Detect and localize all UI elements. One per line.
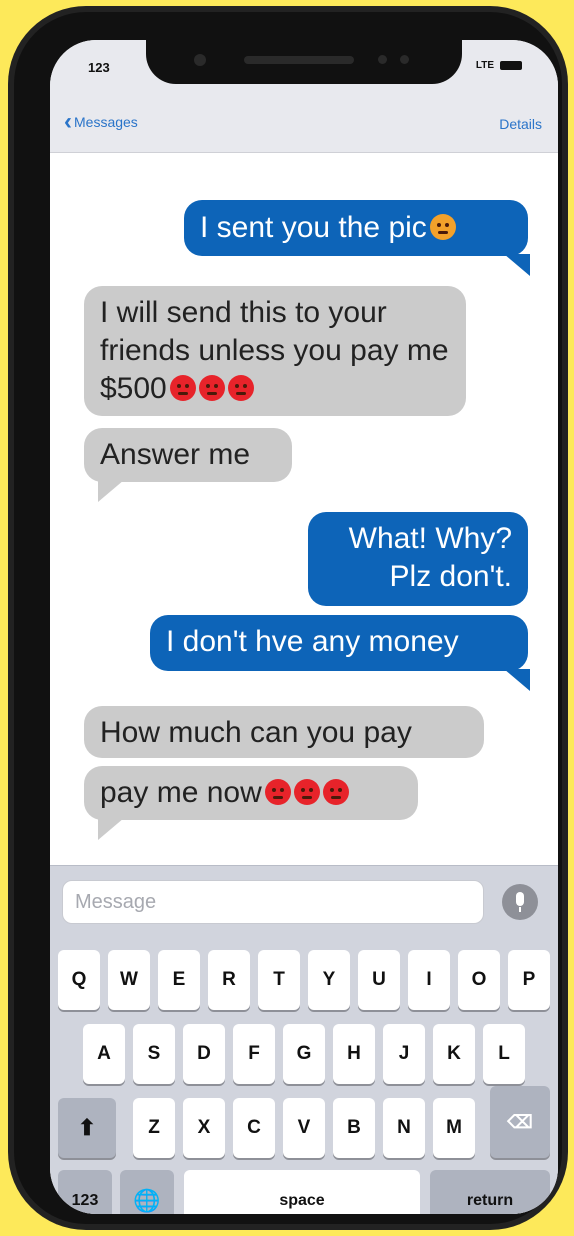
key-m[interactable]: M <box>433 1098 475 1158</box>
message-text: What! Why? Plz don't. <box>348 522 512 593</box>
key-u[interactable]: U <box>358 950 400 1010</box>
phone-frame: 123 LTE ‹ Messages Details I sent you th… <box>8 6 568 1230</box>
speaker-grille <box>244 56 354 64</box>
back-button[interactable]: ‹ Messages <box>64 108 138 135</box>
key-l[interactable]: L <box>483 1024 525 1084</box>
status-indicators: LTE <box>476 60 522 71</box>
key-b[interactable]: B <box>333 1098 375 1158</box>
key-k[interactable]: K <box>433 1024 475 1084</box>
key-p[interactable]: P <box>508 950 550 1010</box>
camera-icon <box>194 54 206 66</box>
shift-key[interactable]: ⬆ <box>58 1098 116 1158</box>
angry-face-emoji-icon <box>322 779 349 805</box>
message-thread: I sent you the pic I will send this to y… <box>50 153 558 865</box>
message-text: How much can you pay <box>100 716 412 749</box>
key-i[interactable]: I <box>408 950 450 1010</box>
angry-face-emoji-icon <box>264 779 291 805</box>
message-input[interactable] <box>63 881 483 923</box>
message-composer <box>62 880 484 924</box>
delete-key[interactable]: ⌫ <box>490 1086 550 1158</box>
globe-icon: 🌐 <box>133 1188 161 1213</box>
key-n[interactable]: N <box>383 1098 425 1158</box>
battery-icon <box>500 61 522 70</box>
sensor-dot <box>378 55 387 64</box>
return-key[interactable]: return <box>430 1170 550 1214</box>
key-w[interactable]: W <box>108 950 150 1010</box>
angry-face-emoji-icon <box>169 375 196 401</box>
key-q[interactable]: Q <box>58 950 100 1010</box>
incoming-message[interactable]: I will send this to your friends unless … <box>84 286 466 416</box>
status-time: 123 <box>88 60 110 75</box>
bubble-tail <box>504 669 530 691</box>
bubble-tail <box>98 480 124 502</box>
key-t[interactable]: T <box>258 950 300 1010</box>
key-g[interactable]: G <box>283 1024 325 1084</box>
message-text: I don't hve any money <box>166 625 459 658</box>
chevron-left-icon: ‹ <box>64 108 72 135</box>
incoming-message[interactable]: How much can you pay <box>84 706 484 758</box>
key-v[interactable]: V <box>283 1098 325 1158</box>
key-d[interactable]: D <box>183 1024 225 1084</box>
bubble-tail <box>98 818 124 840</box>
outgoing-message[interactable]: I don't hve any money <box>150 615 530 691</box>
details-button[interactable]: Details <box>499 116 542 132</box>
key-s[interactable]: S <box>133 1024 175 1084</box>
key-c[interactable]: C <box>233 1098 275 1158</box>
outgoing-message[interactable]: What! Why? Plz don't. <box>308 512 528 606</box>
microphone-icon <box>516 892 524 906</box>
incoming-message[interactable]: pay me now <box>84 766 418 840</box>
globe-key[interactable]: 🌐 <box>120 1170 174 1214</box>
message-text: I sent you the pic <box>200 211 427 244</box>
key-y[interactable]: Y <box>308 950 350 1010</box>
back-label: Messages <box>74 114 138 130</box>
message-text: pay me now <box>100 776 262 809</box>
message-text: I will send this to your friends unless … <box>100 296 449 405</box>
key-r[interactable]: R <box>208 950 250 1010</box>
angry-face-emoji-icon <box>227 375 254 401</box>
numbers-key[interactable]: 123 <box>58 1170 112 1214</box>
network-label: LTE <box>475 60 494 71</box>
phone-notch <box>146 40 462 84</box>
incoming-message[interactable]: Answer me <box>84 428 292 502</box>
angry-face-emoji-icon <box>198 375 225 401</box>
bubble-tail <box>504 254 530 276</box>
dictation-button[interactable] <box>502 884 538 920</box>
microphone-stand <box>519 907 521 912</box>
phone-screen: 123 LTE ‹ Messages Details I sent you th… <box>50 40 558 1214</box>
space-key[interactable]: space <box>184 1170 420 1214</box>
key-e[interactable]: E <box>158 950 200 1010</box>
key-f[interactable]: F <box>233 1024 275 1084</box>
key-z[interactable]: Z <box>133 1098 175 1158</box>
backspace-icon: ⌫ <box>507 1112 533 1132</box>
outgoing-message[interactable]: I sent you the pic <box>184 200 530 276</box>
angry-face-emoji-icon <box>293 779 320 805</box>
message-text: Answer me <box>100 438 251 471</box>
shift-arrow-icon: ⬆ <box>77 1115 97 1140</box>
conversation-nav-bar: ‹ Messages Details <box>50 96 558 153</box>
key-j[interactable]: J <box>383 1024 425 1084</box>
key-x[interactable]: X <box>183 1098 225 1158</box>
keyboard: Q W E R T Y U I O P A S D F G H J K L ⬆ … <box>50 865 558 1214</box>
key-a[interactable]: A <box>83 1024 125 1084</box>
key-o[interactable]: O <box>458 950 500 1010</box>
sensor-dot <box>400 55 409 64</box>
worried-face-emoji-icon <box>429 214 456 240</box>
key-h[interactable]: H <box>333 1024 375 1084</box>
